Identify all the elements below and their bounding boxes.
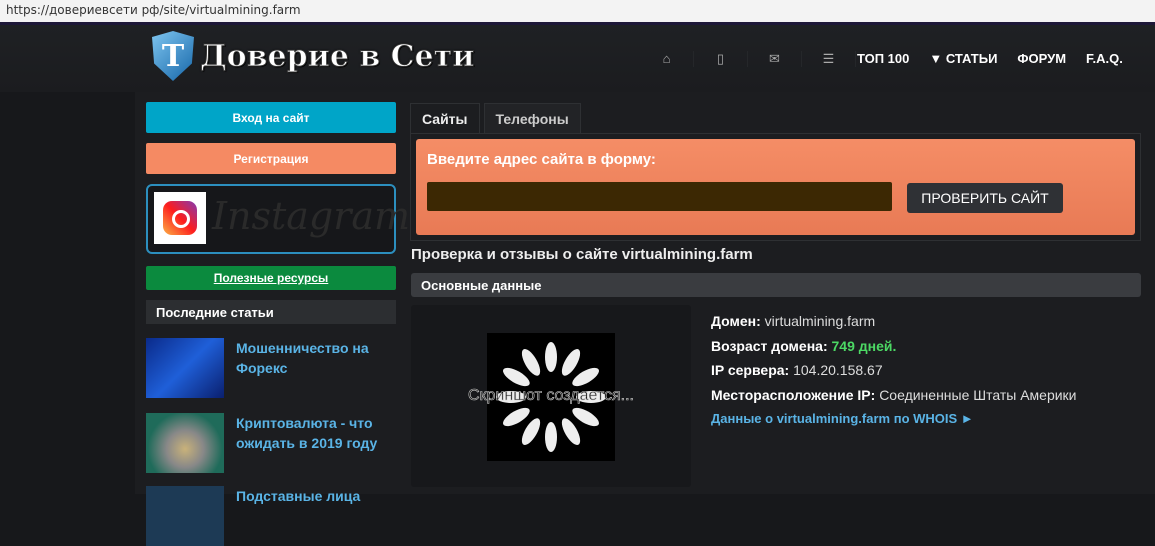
nav-faq[interactable]: F.A.Q. xyxy=(1086,51,1123,66)
address-bar[interactable]: https://довериевсети рф/site/virtualmini… xyxy=(0,0,1155,22)
page-title: Проверка и отзывы о сайте virtualmining.… xyxy=(411,246,753,263)
instagram-text: Instagram xyxy=(212,194,411,238)
ip-label: IP сервера: xyxy=(711,362,790,378)
logo[interactable]: T Доверие в Сети xyxy=(152,31,475,81)
article-title[interactable]: Криптовалюта - что ожидать в 2019 году xyxy=(236,413,396,473)
register-button[interactable]: Регистрация xyxy=(146,143,396,174)
nav-forum[interactable]: ФОРУМ xyxy=(1017,51,1066,66)
age-value: 749 дней. xyxy=(831,337,897,354)
nav-top100[interactable]: ТОП 100 xyxy=(857,51,909,66)
article-thumbnail xyxy=(146,486,224,546)
home-icon[interactable]: ⌂ xyxy=(640,51,694,67)
article-title[interactable]: Мошенничество на Форекс xyxy=(236,338,396,398)
age-label: Возраст домена: xyxy=(711,337,828,354)
location-value: Соединенные Штаты Америки xyxy=(879,386,1077,403)
location-label: Месторасположение IP: xyxy=(711,386,876,403)
article-thumbnail xyxy=(146,338,224,398)
shield-logo-icon: T xyxy=(152,31,194,81)
instagram-banner[interactable]: Instagram xyxy=(146,184,410,254)
check-site-button[interactable]: ПРОВЕРИТЬ САЙТ xyxy=(907,183,1063,213)
phone-icon[interactable]: ▯ xyxy=(694,51,748,67)
useful-resources-link[interactable]: Полезные ресурсы xyxy=(146,266,396,290)
section-header: Основные данные xyxy=(411,273,1141,297)
form-label: Введите адрес сайта в форму: xyxy=(427,151,656,168)
whois-link[interactable]: Данные о virtualmining.farm по WHOIS ► xyxy=(711,407,1077,432)
instagram-icon xyxy=(154,192,206,244)
article-item[interactable]: Криптовалюта - что ожидать в 2019 году xyxy=(146,413,396,473)
article-item[interactable]: Подставные лица xyxy=(146,486,396,546)
ip-value: 104.20.158.67 xyxy=(793,362,883,378)
nav-articles[interactable]: ▼ СТАТЬИ xyxy=(929,51,997,66)
domain-value: virtualmining.farm xyxy=(764,313,876,329)
tab-sites[interactable]: Сайты xyxy=(410,103,480,133)
site-url-input[interactable] xyxy=(427,182,892,211)
logo-text: Доверие в Сети xyxy=(199,38,475,74)
site-info: Домен: virtualmining.farm Возраст домена… xyxy=(711,309,1077,432)
login-button[interactable]: Вход на сайт xyxy=(146,102,396,133)
nav-icons: ⌂ ▯ ✉ ☰ xyxy=(640,51,856,67)
article-item[interactable]: Мошенничество на Форекс xyxy=(146,338,396,398)
mail-icon[interactable]: ✉ xyxy=(748,51,802,67)
main-nav: ТОП 100 ▼ СТАТЬИ ФОРУМ F.A.Q. xyxy=(857,51,1123,66)
search-tabs: Сайты Телефоны xyxy=(410,103,581,133)
list-icon[interactable]: ☰ xyxy=(802,51,856,67)
site-header: T Доверие в Сети ⌂ ▯ ✉ ☰ ТОП 100 ▼ СТАТЬ… xyxy=(0,25,1155,92)
screenshot-status: Скриншот создается... xyxy=(467,387,635,405)
check-form: Введите адрес сайта в форму: ПРОВЕРИТЬ С… xyxy=(410,133,1141,241)
domain-label: Домен: xyxy=(711,313,761,329)
screenshot-placeholder: Скриншот создается... xyxy=(411,305,691,487)
latest-articles-title: Последние статьи xyxy=(146,300,396,324)
tab-phones[interactable]: Телефоны xyxy=(483,103,581,133)
article-thumbnail xyxy=(146,413,224,473)
article-title[interactable]: Подставные лица xyxy=(236,486,396,546)
